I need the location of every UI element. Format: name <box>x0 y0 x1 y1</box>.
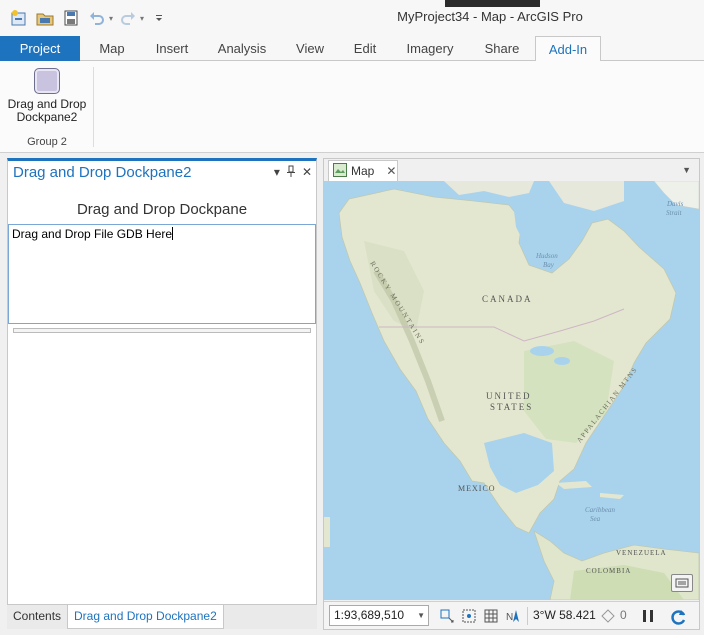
save-project-icon[interactable] <box>60 8 82 28</box>
map-tab-label: Map <box>351 164 375 178</box>
window-drag-grip[interactable] <box>445 0 540 7</box>
tab-view[interactable]: View <box>284 36 336 61</box>
label-davis: Davis <box>666 200 684 208</box>
tab-insert[interactable]: Insert <box>144 36 200 61</box>
label-united: UNITED <box>486 391 532 401</box>
tab-project[interactable]: Project <box>0 36 80 61</box>
label-sea: Sea <box>590 515 601 523</box>
map-view-tab[interactable]: Map ✕ <box>328 160 398 181</box>
window-title: MyProject34 - Map - ArcGIS Pro <box>397 9 583 24</box>
pin-icon[interactable] <box>286 165 296 180</box>
dockpane-controls: ▾ ✕ <box>274 165 312 180</box>
customize-qat-icon[interactable] <box>148 8 170 28</box>
label-bay: Bay <box>543 261 555 269</box>
ribbon-panel: Drag and Drop Dockpane2 Group 2 <box>0 61 704 153</box>
title-bar: ▾ ▾ MyProject34 - Map - ArcGIS Pro <box>0 0 704 36</box>
drop-target-text: Drag and Drop File GDB Here <box>12 227 173 241</box>
ribbon-button-label-line2: Dockpane2 <box>16 110 78 124</box>
dockpane: Drag and Drop Dockpane2 ▾ ✕ Drag and Dro… <box>7 158 317 605</box>
coordinate-readout: 3°W 58.421 <box>533 608 596 622</box>
dockpane-title: Drag and Drop Dockpane2 <box>13 164 192 181</box>
grid-snap-icon[interactable] <box>461 608 477 624</box>
quick-access-toolbar: ▾ ▾ <box>8 8 170 28</box>
new-project-icon[interactable] <box>8 8 30 28</box>
label-venezuela: VENEZUELA <box>616 549 667 557</box>
map-scale-value: 1:93,689,510 <box>334 608 405 622</box>
selected-features-count: 0 <box>620 608 627 622</box>
basemap: CANADA UNITED STATES MEXICO Hudson Bay D… <box>324 181 699 600</box>
tab-add-in[interactable]: Add-In <box>535 36 601 62</box>
tab-share[interactable]: Share <box>474 36 530 61</box>
dockpane-heading: Drag and Drop Dockpane <box>76 201 248 218</box>
map-view-container: Map ✕ ▼ CANADA UNITED STATES MEXICO Huds… <box>323 158 700 630</box>
refresh-icon[interactable] <box>670 608 686 625</box>
progress-bar <box>13 328 311 333</box>
redo-dropdown-icon[interactable]: ▾ <box>140 14 144 23</box>
label-states: STATES <box>490 402 533 412</box>
map-icon <box>333 162 347 180</box>
table-grid-icon[interactable] <box>483 608 499 624</box>
dockpane-header: Drag and Drop Dockpane2 ▾ ✕ <box>8 161 316 185</box>
selection-icon <box>600 608 616 624</box>
tab-imagery[interactable]: Imagery <box>398 36 462 61</box>
close-icon[interactable]: ✕ <box>302 165 312 180</box>
close-map-tab-icon[interactable]: ✕ <box>386 164 396 178</box>
svg-text:N: N <box>506 612 513 623</box>
open-project-icon[interactable] <box>34 8 56 28</box>
map-canvas[interactable]: CANADA UNITED STATES MEXICO Hudson Bay D… <box>324 181 699 600</box>
ribbon-group-label: Group 2 <box>27 136 67 148</box>
pause-icon[interactable] <box>640 608 656 624</box>
north-arrow-icon[interactable]: N <box>505 608 521 624</box>
ribbon-group-divider <box>93 67 94 147</box>
status-divider <box>527 607 528 625</box>
tab-drag-and-drop-dockpane2[interactable]: Drag and Drop Dockpane2 <box>67 605 224 629</box>
drag-and-drop-dockpane2-button[interactable]: Drag and Drop Dockpane2 <box>4 66 90 124</box>
label-canada: CANADA <box>482 294 533 304</box>
dockpane-options-icon[interactable]: ▾ <box>274 165 280 180</box>
map-overlay-toggle-icon[interactable] <box>671 574 693 592</box>
label-strait: Strait <box>666 209 683 217</box>
tab-edit[interactable]: Edit <box>342 36 388 61</box>
text-caret <box>172 227 174 240</box>
label-hudson: Hudson <box>535 252 558 260</box>
tab-map[interactable]: Map <box>84 36 140 61</box>
map-status-bar: 1:93,689,510 ▼ N 3°W 58.421 0 <box>324 601 699 629</box>
map-tab-menu-icon[interactable]: ▼ <box>682 165 691 175</box>
fixed-zoom-icon[interactable] <box>439 608 455 624</box>
tab-analysis[interactable]: Analysis <box>208 36 276 61</box>
label-caribbean: Caribbean <box>585 506 615 514</box>
tab-contents[interactable]: Contents <box>7 605 67 629</box>
map-scale-combobox[interactable]: 1:93,689,510 ▼ <box>329 605 429 626</box>
label-colombia: COLOMBIA <box>586 567 631 575</box>
chevron-down-icon: ▼ <box>417 611 425 620</box>
undo-dropdown-icon[interactable]: ▾ <box>109 14 113 23</box>
redo-icon[interactable] <box>117 8 139 28</box>
undo-icon[interactable] <box>86 8 108 28</box>
gdb-drop-target[interactable]: Drag and Drop File GDB Here <box>8 224 316 324</box>
pane-tab-strip: Contents Drag and Drop Dockpane2 <box>7 605 317 629</box>
ribbon-tab-bar: Project Map Insert Analysis View Edit Im… <box>0 36 704 62</box>
dockpane-button-icon <box>34 68 60 94</box>
label-mexico: MEXICO <box>458 484 496 493</box>
